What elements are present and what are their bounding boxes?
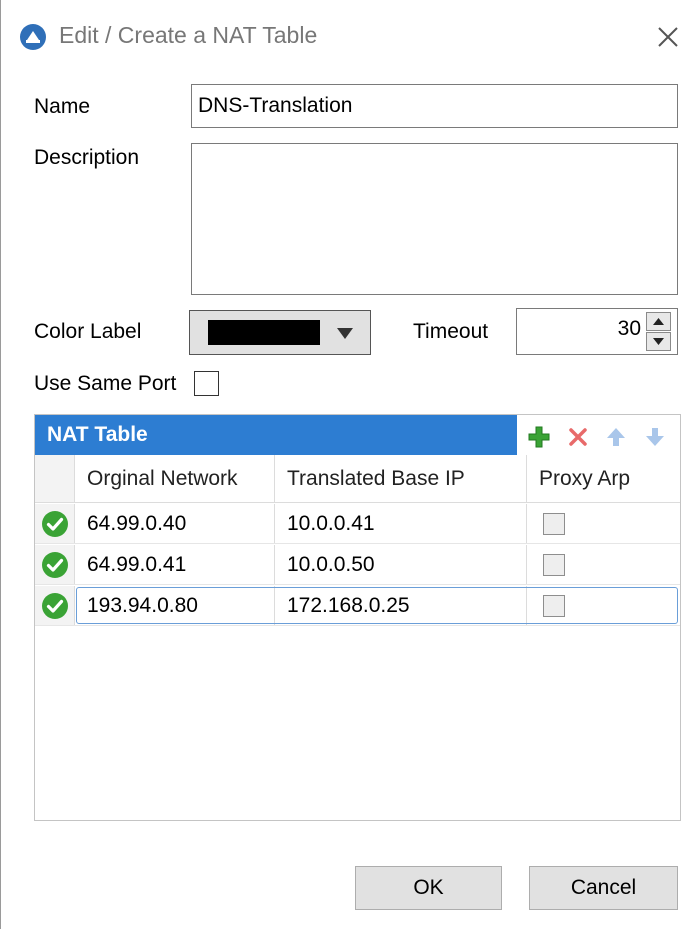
window-title: Edit / Create a NAT Table	[59, 22, 318, 48]
nat-table-panel: NAT Table Orginal Network Translated Bas…	[34, 414, 681, 821]
check-circle-icon	[41, 551, 68, 578]
timeout-label: Timeout	[413, 320, 489, 343]
use-same-port-label: Use Same Port	[34, 372, 177, 395]
original-network-cell[interactable]: 193.94.0.80	[75, 586, 275, 625]
column-header-proxy-arp[interactable]: Proxy Arp	[527, 455, 680, 502]
cancel-button[interactable]: Cancel	[529, 866, 678, 910]
column-header-original-network[interactable]: Orginal Network	[75, 455, 275, 502]
arrow-up-icon	[653, 318, 664, 325]
timeout-value[interactable]: 30	[517, 317, 641, 341]
add-icon[interactable]	[527, 425, 551, 449]
name-label: Name	[34, 95, 91, 118]
row-status-cell	[35, 504, 75, 543]
translated-base-ip-cell[interactable]: 10.0.0.41	[275, 504, 527, 543]
original-network-cell[interactable]: 64.99.0.41	[75, 545, 275, 584]
row-status-cell	[35, 586, 75, 625]
nat-table-dialog: Edit / Create a NAT Table Name Descripti…	[0, 0, 693, 929]
proxy-arp-cell	[527, 504, 680, 543]
timeout-stepper[interactable]: 30	[516, 308, 678, 355]
move-up-icon[interactable]	[604, 425, 628, 449]
proxy-arp-checkbox[interactable]	[543, 553, 565, 576]
description-input[interactable]	[191, 143, 678, 295]
app-logo-icon	[20, 24, 46, 50]
check-circle-icon	[41, 510, 68, 537]
arrow-down-icon	[653, 338, 664, 345]
ok-button[interactable]: OK	[355, 866, 502, 910]
close-icon[interactable]	[651, 20, 685, 54]
proxy-arp-cell	[527, 586, 680, 625]
row-indicator-header	[35, 455, 75, 502]
row-status-cell	[35, 545, 75, 584]
color-label-dropdown[interactable]	[189, 310, 371, 355]
use-same-port-checkbox[interactable]	[194, 371, 219, 396]
move-down-icon[interactable]	[643, 425, 667, 449]
original-network-cell[interactable]: 64.99.0.40	[75, 504, 275, 543]
table-row[interactable]: 64.99.0.41 10.0.0.50	[35, 545, 680, 585]
translated-base-ip-cell[interactable]: 10.0.0.50	[275, 545, 527, 584]
description-label: Description	[34, 146, 140, 169]
timeout-increment-button[interactable]	[646, 312, 671, 331]
column-header-translated-base-ip[interactable]: Translated Base IP	[275, 455, 527, 502]
chevron-down-icon	[337, 328, 353, 339]
delete-icon[interactable]	[566, 425, 590, 449]
color-swatch	[208, 320, 320, 345]
check-circle-icon	[41, 592, 68, 619]
table-header-row: Orginal Network Translated Base IP Proxy…	[35, 455, 680, 503]
name-input[interactable]	[191, 84, 678, 128]
timeout-decrement-button[interactable]	[646, 332, 671, 351]
proxy-arp-checkbox[interactable]	[543, 512, 565, 535]
color-label: Color Label	[34, 320, 142, 343]
table-row-selected[interactable]: 193.94.0.80 172.168.0.25	[35, 586, 680, 626]
title-bar: Edit / Create a NAT Table	[1, 0, 693, 72]
nat-table-header: NAT Table	[35, 415, 517, 455]
table-row[interactable]: 64.99.0.40 10.0.0.41	[35, 504, 680, 544]
proxy-arp-cell	[527, 545, 680, 584]
translated-base-ip-cell[interactable]: 172.168.0.25	[275, 586, 527, 625]
proxy-arp-checkbox[interactable]	[543, 594, 565, 617]
